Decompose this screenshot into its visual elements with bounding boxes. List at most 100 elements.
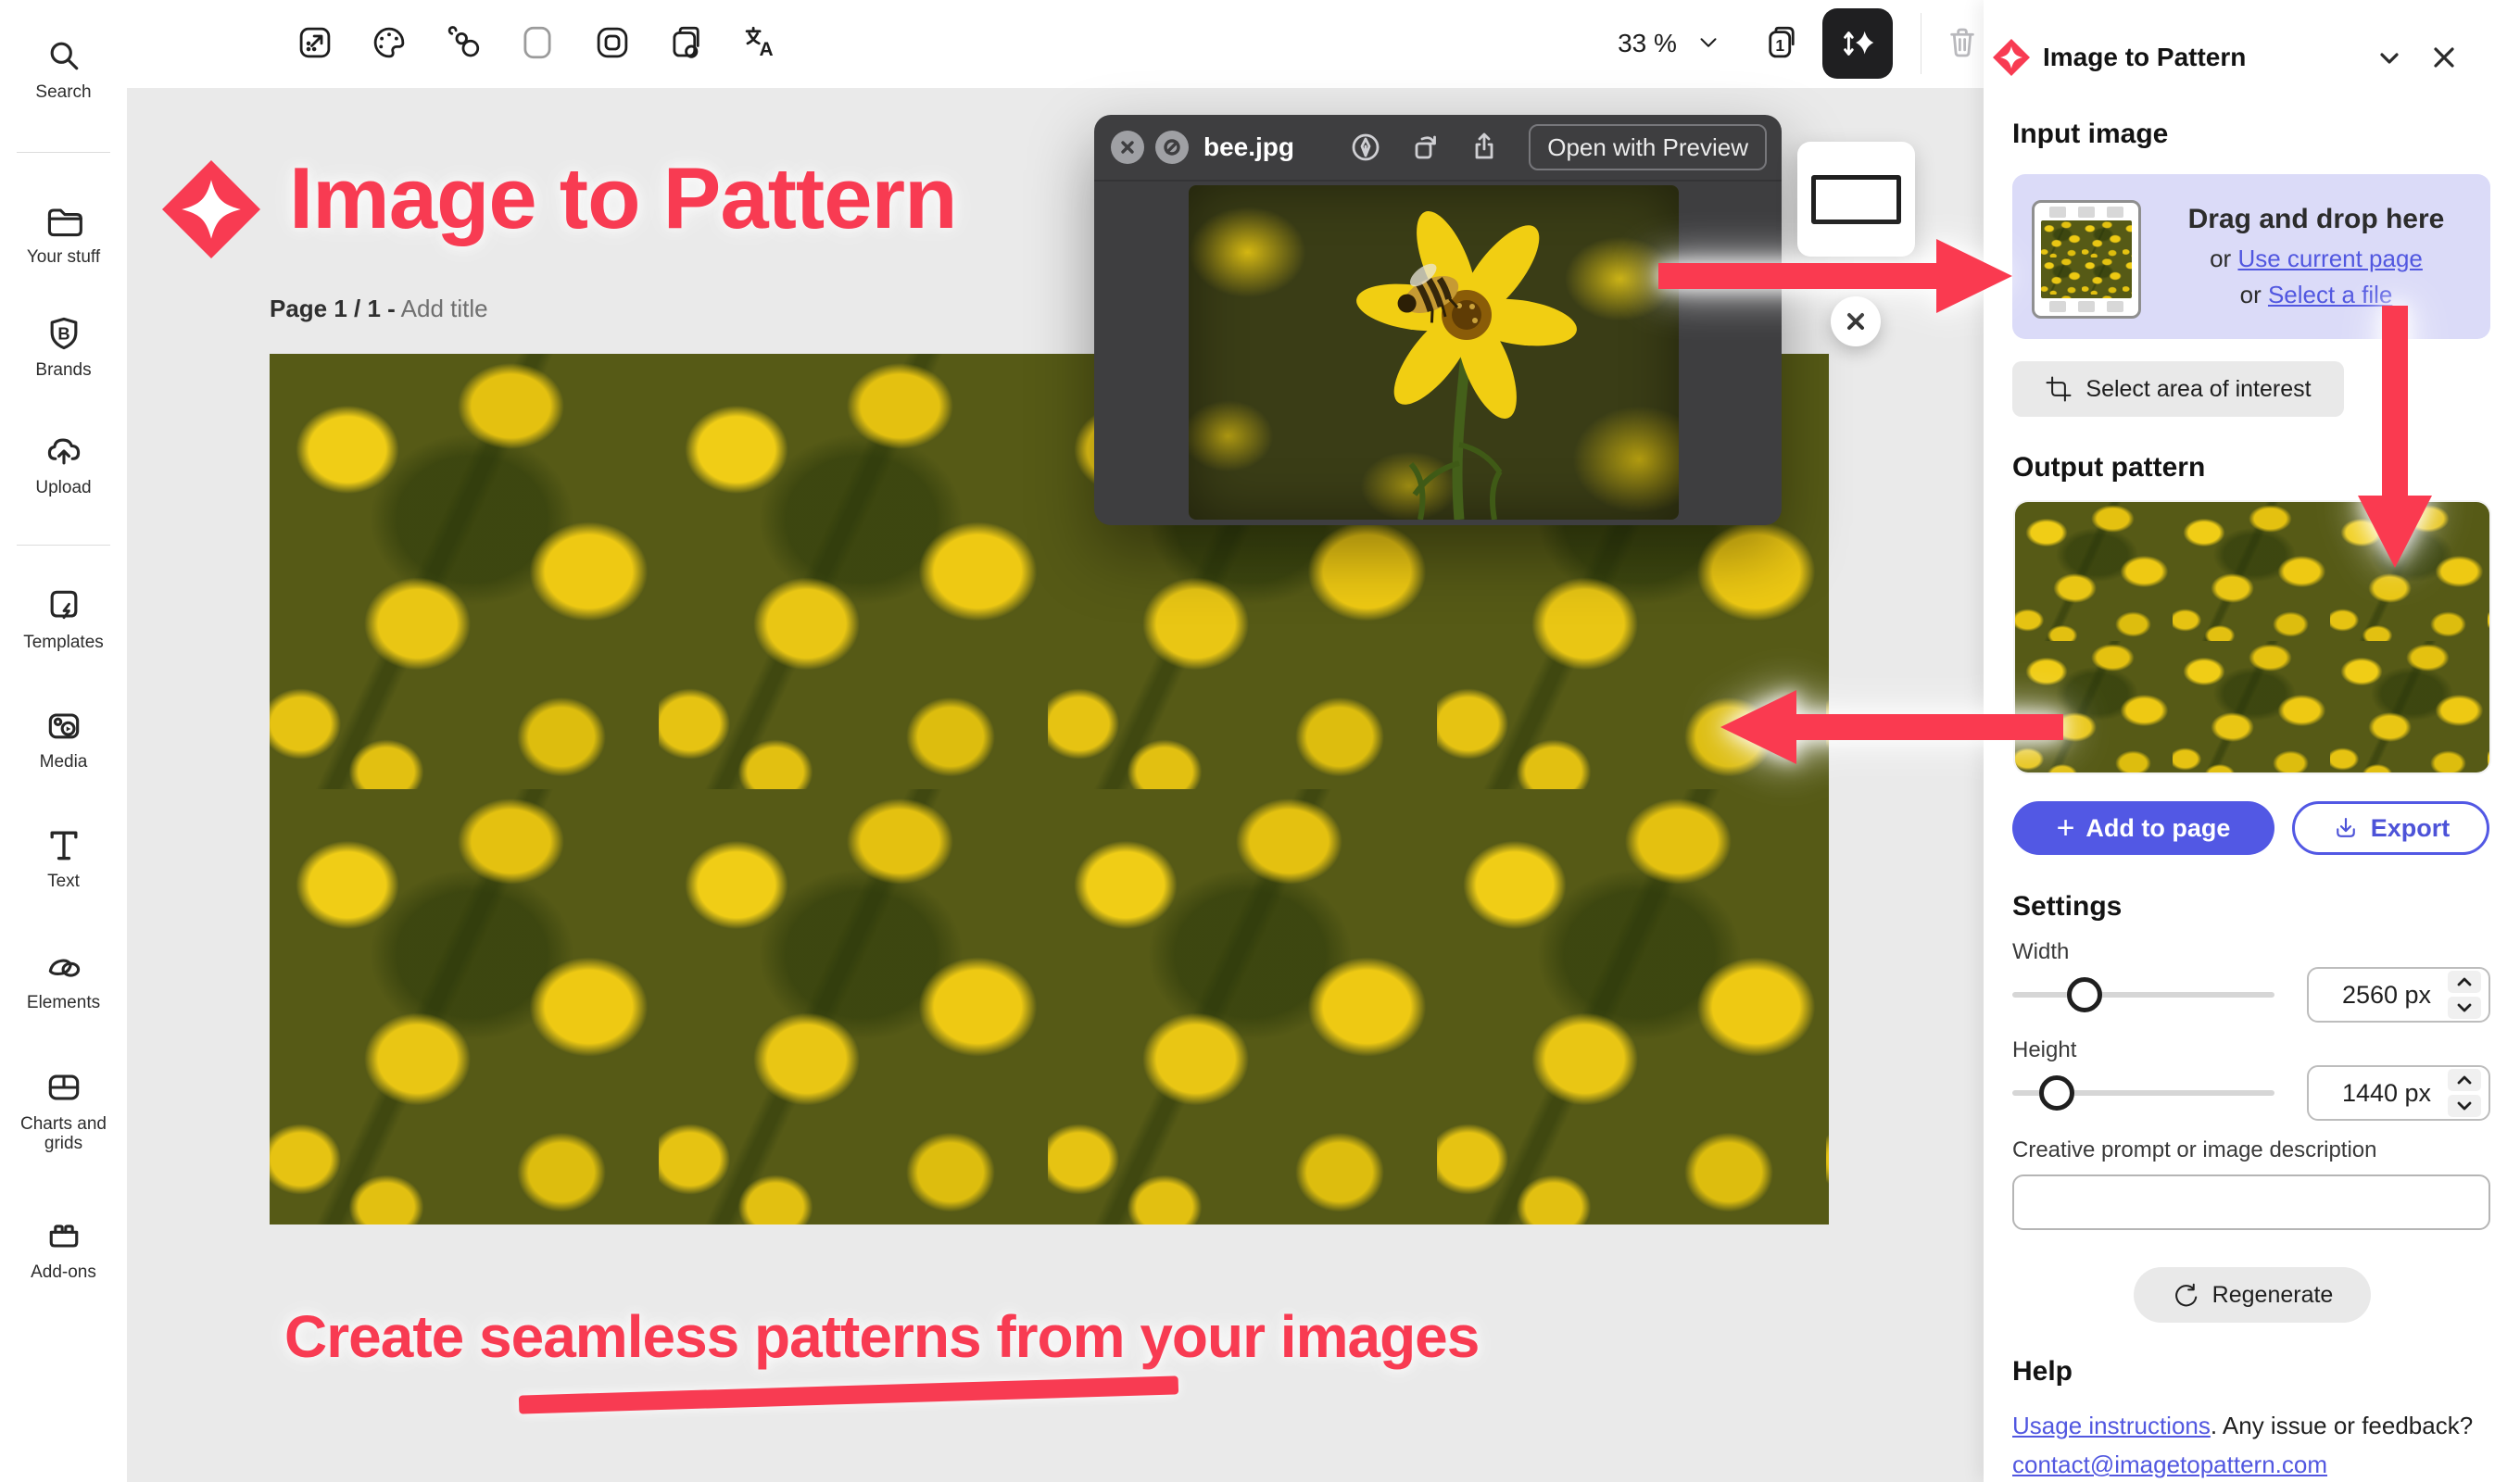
markup-button[interactable]	[1349, 131, 1382, 164]
frame-button[interactable]	[510, 16, 564, 69]
resize-button[interactable]	[288, 16, 342, 69]
help-heading: Help	[2012, 1356, 2073, 1388]
width-step-up-button[interactable]	[2448, 971, 2481, 993]
select-a-file-link[interactable]: Select a file	[2268, 281, 2392, 308]
height-step-down-button[interactable]	[2448, 1095, 2481, 1117]
frame-icon	[518, 23, 557, 62]
page-thumbnail-card[interactable]	[1797, 142, 1915, 257]
rotate-icon	[1408, 131, 1442, 164]
elements-icon	[44, 946, 84, 986]
copy-pages-button[interactable]	[660, 16, 713, 69]
open-with-preview-button[interactable]: Open with Preview	[1529, 124, 1767, 170]
page-label[interactable]: Page 1 / 1 - Add title	[270, 295, 488, 323]
drop-zone-title: Drag and drop here	[2188, 204, 2445, 235]
panel-title: Image to Pattern	[2043, 43, 2246, 72]
regenerate-label: Regenerate	[2212, 1282, 2334, 1309]
pages-button[interactable]: 1	[1755, 16, 1808, 69]
sidebar-item-your-stuff[interactable]: Your stuff	[0, 200, 127, 267]
select-area-button[interactable]: Select area of interest	[2012, 361, 2344, 417]
sidebar-item-templates[interactable]: Templates	[0, 585, 127, 652]
copy-pages-icon	[667, 23, 706, 62]
tagline-text[interactable]: Create seamless patterns from your image…	[284, 1302, 1479, 1371]
delete-button[interactable]	[1935, 16, 1989, 69]
svg-text:B: B	[57, 323, 69, 343]
addon-logo	[1993, 39, 2030, 76]
drop-zone-text: Drag and drop here or Use current page o…	[2142, 174, 2490, 339]
page-number-label: Page 1 / 1 -	[270, 295, 396, 322]
add-to-page-button[interactable]: + Add to page	[2012, 801, 2274, 855]
sidebar-item-elements[interactable]: Elements	[0, 946, 127, 1012]
color-palette-button[interactable]	[362, 16, 416, 69]
sidebar-item-brands[interactable]: B Brands	[0, 313, 127, 380]
brand-shield-icon: B	[44, 313, 84, 354]
quicklook-window[interactable]: bee.jpg Open with Preview	[1094, 115, 1782, 525]
translate-button[interactable]: A	[734, 16, 788, 69]
settings-heading: Settings	[2012, 891, 2122, 923]
width-slider-thumb[interactable]	[2067, 977, 2102, 1012]
animation-button[interactable]	[436, 16, 490, 69]
quicklook-close-button[interactable]	[1111, 131, 1144, 164]
text-icon	[44, 824, 84, 865]
panel-close-button[interactable]	[2430, 44, 2458, 76]
sidebar-item-search[interactable]: Search	[0, 35, 127, 102]
svg-text:1: 1	[1775, 36, 1784, 55]
chevron-down-icon	[2375, 44, 2403, 72]
page-thumbnail-image	[1811, 175, 1901, 224]
pages-icon: 1	[1762, 23, 1801, 62]
zoom-level[interactable]: 33 %	[1606, 29, 1689, 58]
input-image-heading: Input image	[2012, 119, 2168, 150]
top-toolbar: A 33 % 1	[127, 0, 1984, 88]
cloud-upload-icon	[44, 431, 84, 471]
output-pattern-image[interactable]	[2015, 502, 2489, 772]
blocked-icon	[1163, 138, 1181, 157]
close-icon	[2430, 44, 2458, 71]
zoom-dropdown-button[interactable]	[1682, 16, 1735, 69]
export-button[interactable]: Export	[2292, 801, 2489, 855]
height-step-up-button[interactable]	[2448, 1069, 2481, 1091]
rotate-button[interactable]	[1408, 131, 1442, 164]
usage-instructions-link[interactable]: Usage instructions	[2012, 1412, 2211, 1439]
sidebar-item-upload[interactable]: Upload	[0, 431, 127, 497]
panel-collapse-button[interactable]	[2375, 44, 2403, 77]
sidebar-item-add-ons[interactable]: Add-ons	[0, 1215, 127, 1282]
add-ons-icon	[44, 1215, 84, 1256]
regenerate-button[interactable]: Regenerate	[2134, 1267, 2371, 1323]
image-to-pattern-addon-button-active[interactable]	[1822, 8, 1893, 79]
bee-photo	[1189, 185, 1679, 520]
share-button[interactable]	[1468, 131, 1501, 164]
use-current-page-link[interactable]: Use current page	[2237, 245, 2422, 272]
page-title-placeholder[interactable]: Add title	[401, 295, 488, 322]
prompt-input[interactable]	[2012, 1174, 2490, 1230]
chevron-up-icon	[2456, 976, 2473, 987]
sidebar-item-charts-and-grids[interactable]: Charts and grids	[0, 1067, 127, 1154]
close-icon	[1118, 138, 1137, 157]
dismiss-selection-button[interactable]	[1831, 296, 1881, 346]
width-slider[interactable]	[2012, 992, 2274, 998]
width-label: Width	[2012, 939, 2069, 965]
svg-text:A: A	[760, 39, 774, 60]
quicklook-blocked-button[interactable]	[1155, 131, 1189, 164]
contact-email-link[interactable]: contact@imagetopattern.com	[2012, 1451, 2327, 1478]
animation-icon	[444, 23, 483, 62]
sidebar-item-text[interactable]: Text	[0, 824, 127, 891]
canvas-title-text[interactable]: Image to Pattern	[289, 148, 957, 248]
height-input[interactable]: 1440 px	[2307, 1065, 2490, 1121]
height-slider-thumb[interactable]	[2039, 1075, 2074, 1111]
sidebar-item-media[interactable]: Media	[0, 705, 127, 772]
height-label: Height	[2012, 1037, 2076, 1063]
toolbar-divider	[1921, 13, 1922, 74]
add-to-page-label: Add to page	[2085, 814, 2230, 843]
mask-button[interactable]	[586, 16, 639, 69]
chevron-down-icon	[2456, 1100, 2473, 1112]
help-line: Usage instructions. Any issue or feedbac…	[2012, 1412, 2473, 1440]
templates-icon	[44, 585, 84, 626]
width-input[interactable]: 2560 px	[2307, 967, 2490, 1023]
resize-icon	[296, 23, 334, 62]
drop-zone[interactable]: Drag and drop here or Use current page o…	[2012, 174, 2490, 339]
media-icon	[44, 705, 84, 746]
sidebar-divider	[17, 545, 110, 546]
select-area-label: Select area of interest	[2085, 376, 2311, 403]
download-icon	[2332, 814, 2360, 842]
share-icon	[1468, 131, 1501, 164]
width-step-down-button[interactable]	[2448, 997, 2481, 1019]
